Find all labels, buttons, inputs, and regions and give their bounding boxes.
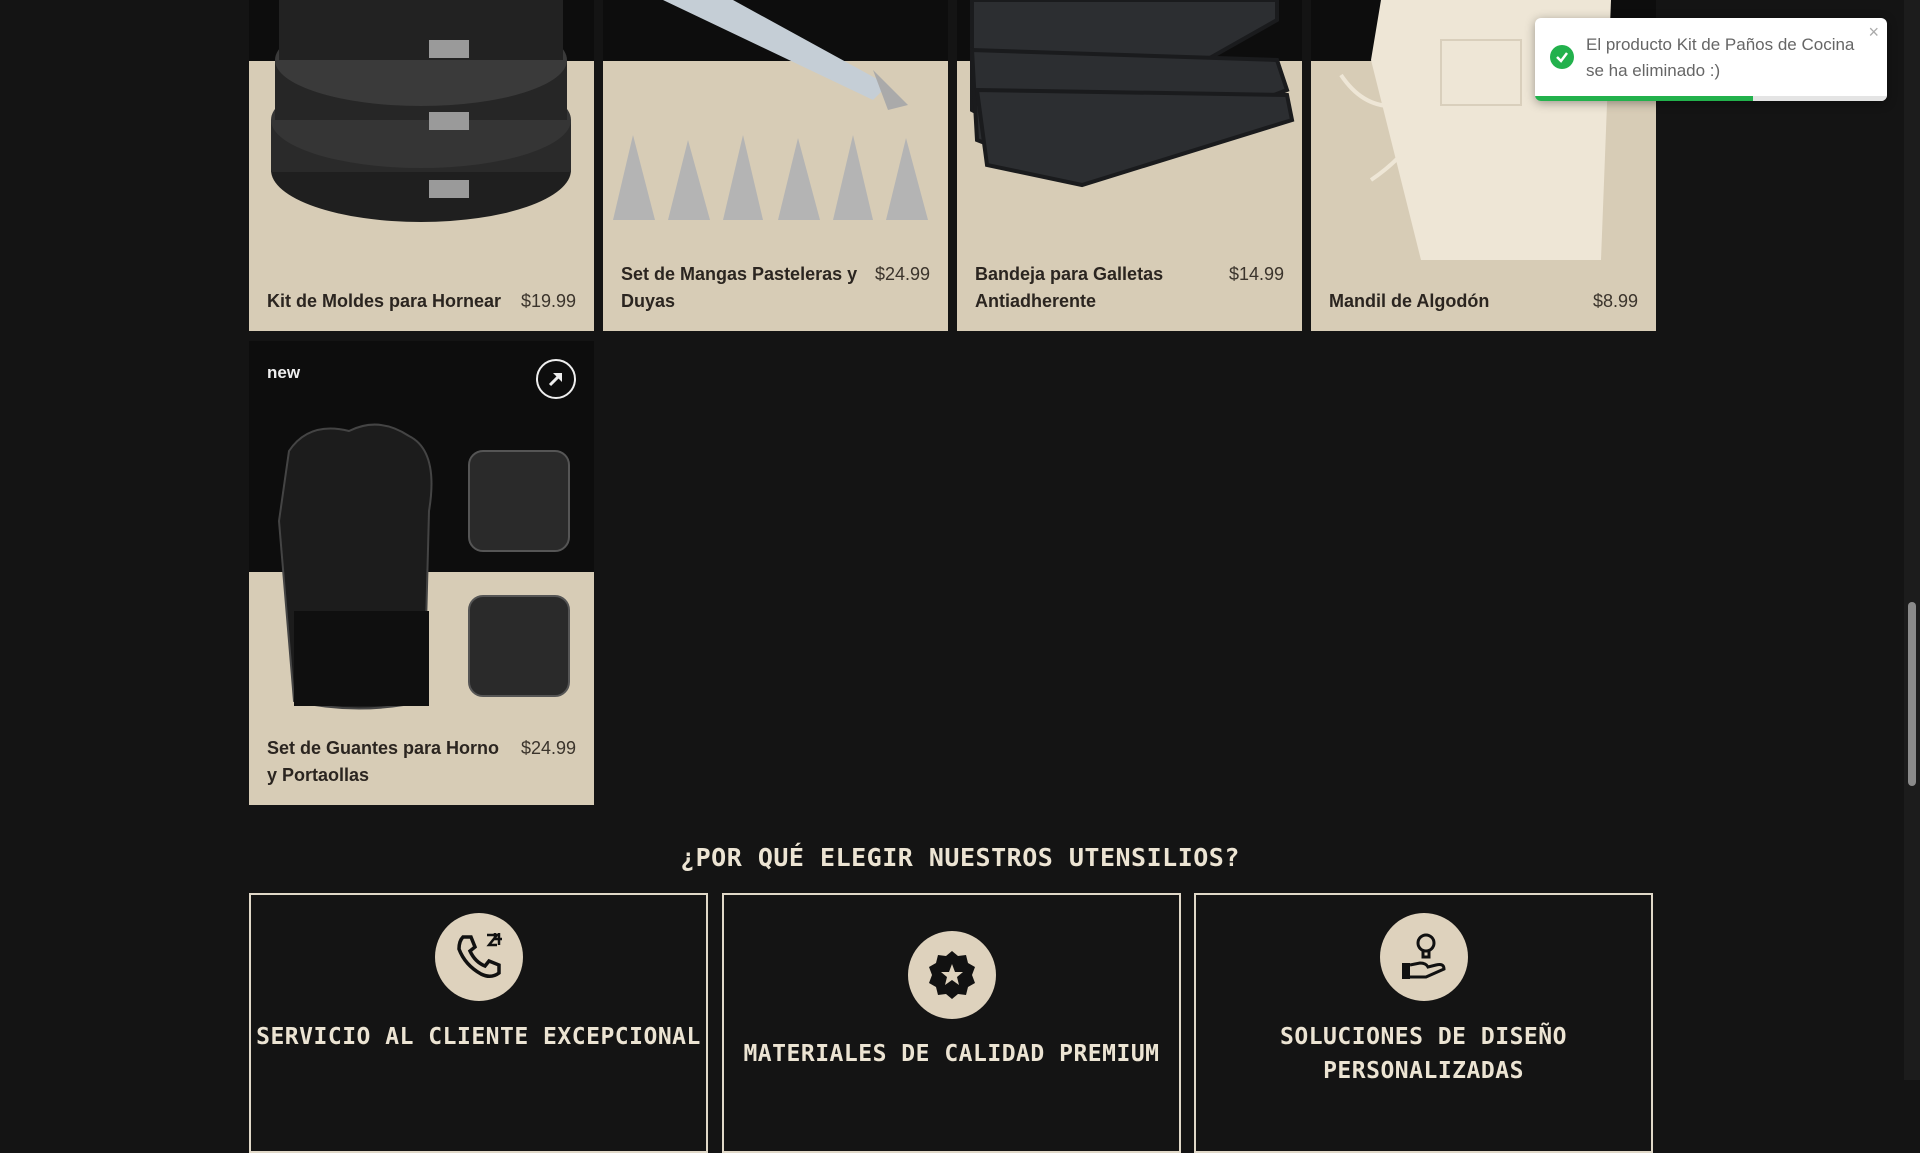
arrow-up-right-icon [548, 372, 563, 387]
product-card[interactable]: Kit de Moldes para Hornear $19.99 [249, 0, 594, 331]
section-title: ¿POR QUÉ ELEGIR NUESTROS UTENSILIOS? [680, 843, 1240, 872]
product-card[interactable]: Set de Mangas Pasteleras y Duyas $24.99 [603, 0, 948, 331]
cookie-tray-image [969, 0, 1295, 188]
baking-pan-set-image [271, 0, 571, 222]
scrollbar-thumb[interactable] [1908, 602, 1916, 786]
feature-card: SOLUCIONES DE DISEÑO PERSONALIZADAS [1194, 893, 1653, 1153]
product-name: Bandeja para Galletas Antiadherente [975, 264, 1164, 311]
award-star-icon [907, 931, 996, 1019]
open-product-button[interactable] [536, 359, 576, 399]
feature-card: MATERIALES DE CALIDAD PREMIUM [722, 893, 1181, 1153]
phone-24h-icon [434, 913, 523, 1001]
product-name: Kit de Moldes para Hornear [267, 291, 502, 311]
feature-title: MATERIALES DE CALIDAD PREMIUM [743, 1041, 1160, 1067]
feature-card: SERVICIO AL CLIENTE EXCEPCIONAL [249, 893, 708, 1153]
toast-message: El producto Kit de Paños de Cocina se ha… [1586, 35, 1855, 80]
piping-bag-set-image [613, 0, 928, 220]
product-card[interactable]: new Set de Guantes para Horno y Portaoll… [249, 341, 594, 805]
product-price: $14.99 [1228, 264, 1284, 284]
new-badge: new [267, 363, 301, 382]
product-price: $24.99 [874, 264, 930, 284]
oven-mitts-image [277, 423, 570, 710]
product-card[interactable]: Bandeja para Galletas Antiadherente $14.… [957, 0, 1302, 331]
product-price: $24.99 [520, 738, 576, 758]
toast-progress-bar [1535, 96, 1754, 101]
idea-hand-icon [1379, 913, 1468, 1001]
scrollbar[interactable] [1904, 0, 1920, 1080]
product-name: Set de Guantes para Horno y Portaollas [267, 738, 500, 785]
product-name: Mandil de Algodón [1329, 291, 1490, 311]
product-price: $19.99 [520, 291, 576, 311]
product-name: Set de Mangas Pasteleras y Duyas [621, 264, 858, 311]
success-check-icon [1550, 45, 1574, 69]
feature-title: SOLUCIONES DE DISEÑO PERSONALIZADAS [1280, 1024, 1567, 1084]
product-price: $8.99 [1592, 291, 1638, 311]
close-icon[interactable]: × [1868, 22, 1879, 43]
feature-title: SERVICIO AL CLIENTE EXCEPCIONAL [256, 1024, 701, 1050]
toast-notification: El producto Kit de Paños de Cocina se ha… [1535, 18, 1887, 101]
